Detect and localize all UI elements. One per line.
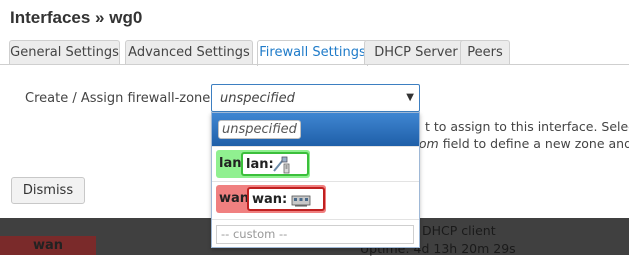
zone-badge-lan: lan lan:	[216, 150, 310, 178]
custom-zone-input[interactable]: -- custom --	[216, 225, 414, 244]
background-protocol-text: DHCP client	[422, 223, 496, 238]
unspecified-label: unspecified	[218, 120, 301, 139]
network-port-icon	[291, 195, 311, 207]
background-wan-badge: wan	[0, 236, 96, 255]
firewall-zone-description-line-1: t to assign to this interface. Select u	[425, 119, 629, 134]
tab-peers[interactable]: Peers	[460, 40, 510, 64]
zone-name-lan: lan	[219, 156, 242, 171]
dropdown-option-unspecified[interactable]: unspecified	[212, 113, 419, 146]
page-title: Interfaces » wg0	[10, 8, 143, 27]
firewall-zone-selected-value: unspecified	[220, 91, 295, 106]
dropdown-option-lan[interactable]: lan lan:	[212, 146, 419, 181]
tab-dhcp-server[interactable]: DHCP Server	[364, 40, 468, 64]
network-ethernet-icon	[273, 156, 290, 174]
dropdown-option-custom[interactable]: -- custom --	[212, 219, 419, 248]
network-label-lan: lan:	[246, 157, 274, 172]
zone-name-wan: wan	[219, 191, 250, 206]
firewall-zone-select[interactable]: unspecified ▼	[211, 84, 420, 112]
chevron-down-icon: ▼	[406, 92, 414, 103]
tab-advanced-settings[interactable]: Advanced Settings	[125, 40, 253, 64]
dismiss-button[interactable]: Dismiss	[11, 177, 85, 204]
dropdown-option-wan[interactable]: wan wan:	[212, 181, 419, 219]
firewall-zone-label: Create / Assign firewall-zone	[25, 91, 211, 106]
tab-firewall-settings[interactable]: Firewall Settings	[257, 40, 368, 66]
firewall-zone-description-line-2: tom field to define a new zone and a	[414, 136, 629, 151]
zone-badge-wan: wan wan:	[216, 185, 326, 213]
tab-divider	[0, 64, 629, 65]
firewall-zone-dropdown: unspecified lan lan: wan wan: -- custom …	[211, 112, 420, 248]
network-tag-wan: wan:	[247, 187, 325, 211]
network-label-wan: wan:	[252, 192, 288, 207]
network-tag-lan: lan:	[241, 152, 309, 176]
tab-general-settings[interactable]: General Settings	[9, 40, 120, 64]
